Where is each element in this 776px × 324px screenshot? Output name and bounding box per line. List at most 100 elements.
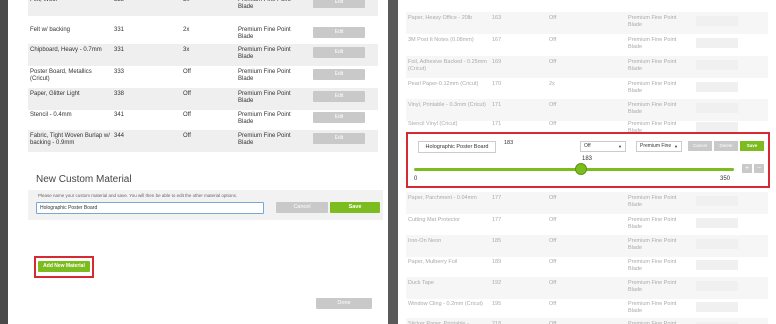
material-pressure: Off bbox=[549, 301, 557, 307]
edit-button[interactable] bbox=[696, 38, 738, 48]
material-pressure: Off bbox=[549, 217, 557, 223]
table-row[interactable]: 3M Post It Notes (0.08mm) 167 Off Premium F… bbox=[406, 34, 768, 56]
table-row[interactable]: Paper, Heavy Office - 20lb 163 Off Premium … bbox=[406, 12, 768, 34]
material-blade: Premium Fine Point Blade bbox=[628, 217, 677, 230]
edit-material-size: 183 bbox=[504, 140, 514, 146]
table-row[interactable]: Cutting Mat Protector 177 Off Premium Fine … bbox=[406, 214, 768, 236]
material-name: Paper, Parchment - 0.04mm bbox=[408, 195, 477, 201]
table-row[interactable]: Foil, Adhesive Backed - 0.25mm (Cricut) 1… bbox=[406, 56, 768, 78]
material-pressure: Off bbox=[549, 238, 557, 244]
edit-blade-select[interactable]: Premium Fine ▼ bbox=[636, 141, 682, 152]
material-blade: Premium Fine Point Blade bbox=[238, 47, 291, 60]
done-button[interactable]: Done bbox=[316, 298, 372, 309]
material-pressure: Off bbox=[183, 69, 191, 75]
new-material-title: New Custom Material bbox=[36, 174, 132, 185]
material-name: Paper, Heavy Office - 20lb bbox=[408, 15, 473, 21]
add-new-material-button[interactable]: Add New Material bbox=[38, 261, 90, 272]
new-material-save-button[interactable]: Save bbox=[330, 202, 380, 213]
material-name: Cutting Mat Protector bbox=[408, 217, 460, 223]
table-row[interactable]: Window Cling - 0.2mm (Cricut) 195 Off Premi… bbox=[406, 298, 768, 320]
edit-button[interactable]: Edit bbox=[313, 133, 365, 144]
edit-button[interactable] bbox=[696, 82, 738, 92]
edit-button[interactable] bbox=[696, 281, 738, 291]
edit-button[interactable]: Edit bbox=[313, 91, 365, 102]
table-row: Poster Board, Metallics (Cricut) 333 Off Pr… bbox=[28, 66, 378, 88]
table-row[interactable]: Pearl Paper-0.12mm (Cricut) 170 2x Premium … bbox=[406, 78, 768, 100]
table-row: Felt w/ backing 331 2x Premium Fine Point B… bbox=[28, 24, 378, 46]
material-name: Paper, Mulberry Foil bbox=[408, 259, 458, 265]
table-row[interactable]: Iron-On Neon 185 Off Premium Fine Point Bla… bbox=[406, 235, 768, 257]
material-pressure: 2x bbox=[549, 81, 555, 87]
material-pressure: Off bbox=[549, 195, 557, 201]
panel-divider bbox=[388, 0, 398, 324]
edit-button[interactable]: Edit bbox=[313, 112, 365, 123]
material-name: Stencil Vinyl (Cricut) bbox=[408, 121, 458, 127]
chevron-down-icon: ▼ bbox=[674, 144, 678, 149]
decrement-button[interactable]: − bbox=[754, 164, 764, 173]
material-size: 170 bbox=[492, 81, 502, 87]
material-size: 331 bbox=[114, 47, 125, 53]
edit-button[interactable] bbox=[696, 218, 738, 228]
edit-button[interactable] bbox=[696, 239, 738, 249]
material-size: 185 bbox=[492, 238, 502, 244]
material-blade: Premium Fine Point Blade bbox=[628, 280, 677, 293]
slider-value-label: 183 bbox=[582, 156, 593, 162]
material-blade: Premium Fine Point Blade bbox=[628, 301, 677, 314]
material-pressure: Off bbox=[183, 91, 191, 97]
slider-thumb[interactable] bbox=[575, 163, 588, 175]
edit-button[interactable] bbox=[696, 122, 738, 132]
table-row[interactable]: Sticker Paper, Printable -218 Off Premium … bbox=[406, 318, 768, 324]
edit-material-name-input[interactable]: Holographic Poster Board bbox=[418, 141, 496, 153]
material-size: 171 bbox=[492, 121, 502, 127]
material-pressure: 2x bbox=[183, 27, 190, 33]
material-size: 177 bbox=[492, 217, 502, 223]
edit-cancel-button[interactable]: Cancel bbox=[688, 141, 712, 151]
table-row: Fabric, Tight Woven Burlap w/ backing - … bbox=[28, 130, 378, 152]
edit-button[interactable] bbox=[696, 302, 738, 312]
material-blade: Premium Fine Point Blade bbox=[628, 238, 677, 251]
edit-button[interactable] bbox=[696, 103, 738, 113]
material-pressure: Off bbox=[183, 112, 191, 118]
table-row: Paper, Glitter Light 338 Off Premium Fine P… bbox=[28, 88, 378, 110]
material-name: Foil, Adhesive Backed - 0.25mm (Cricut) bbox=[408, 59, 487, 72]
material-name: Vinyl, Printable - 0.3mm (Cricut) bbox=[408, 102, 486, 108]
new-material-cancel-button[interactable]: Cancel bbox=[276, 202, 328, 213]
edit-button[interactable] bbox=[696, 260, 738, 270]
table-row[interactable]: Paper, Parchment - 0.04mm 177 Off Premium F… bbox=[406, 192, 768, 214]
slider-track[interactable] bbox=[414, 168, 734, 171]
table-row[interactable]: Duck Tape 192 Off Premium Fine Point Blade bbox=[406, 277, 768, 299]
new-material-instructions: Please name your custom material and sav… bbox=[38, 193, 238, 198]
material-blade: Premium Fine Point Blade bbox=[238, 69, 291, 82]
material-pressure: Off bbox=[549, 37, 557, 43]
material-blade: Premium Fine Point Blade bbox=[628, 59, 677, 72]
material-size: 333 bbox=[114, 69, 125, 75]
new-material-form: Please name your custom material and sav… bbox=[28, 190, 383, 220]
increment-button[interactable]: + bbox=[742, 164, 752, 173]
edit-button[interactable]: Edit bbox=[313, 69, 365, 80]
edit-button[interactable] bbox=[696, 16, 738, 26]
table-row: Chipboard, Heavy - 0.7mm 331 3x Premium Fin… bbox=[28, 44, 378, 66]
material-pressure: Off bbox=[549, 59, 557, 65]
edit-button[interactable]: Edit bbox=[313, 27, 365, 38]
material-size: 338 bbox=[114, 91, 125, 97]
new-material-name-input[interactable]: Holographic Poster Board bbox=[36, 202, 264, 214]
edit-button[interactable] bbox=[696, 196, 738, 206]
material-blade: Premium Fine Point Blade bbox=[628, 195, 677, 208]
material-pressure: 5x bbox=[183, 0, 190, 3]
material-blade: Premium Fine Point Blade bbox=[238, 27, 291, 40]
edit-save-button[interactable]: Save bbox=[740, 141, 764, 151]
table-row[interactable]: Paper, Mulberry Foil 189 Off Premium Fine P… bbox=[406, 256, 768, 278]
screenshot: Felt, Wool 328 5x Premium Fine Point Blade E… bbox=[0, 0, 776, 324]
material-size: 189 bbox=[492, 259, 502, 265]
edit-delete-button[interactable]: Delete bbox=[714, 141, 738, 151]
material-edit-row: Holographic Poster Board 183 Off ▼ Premi… bbox=[406, 132, 770, 188]
edit-button[interactable]: Edit bbox=[313, 0, 365, 8]
material-size: 195 bbox=[492, 301, 502, 307]
material-size: 171 bbox=[492, 102, 502, 108]
edit-button[interactable] bbox=[696, 60, 738, 70]
right-material-panel: Paper, Heavy Office - 20lb 163 Off Premium … bbox=[398, 0, 776, 324]
material-size: 331 bbox=[114, 27, 125, 33]
edit-pressure-select[interactable]: Off ▼ bbox=[580, 141, 626, 152]
edit-button[interactable]: Edit bbox=[313, 47, 365, 58]
material-pressure: Off bbox=[183, 133, 191, 139]
